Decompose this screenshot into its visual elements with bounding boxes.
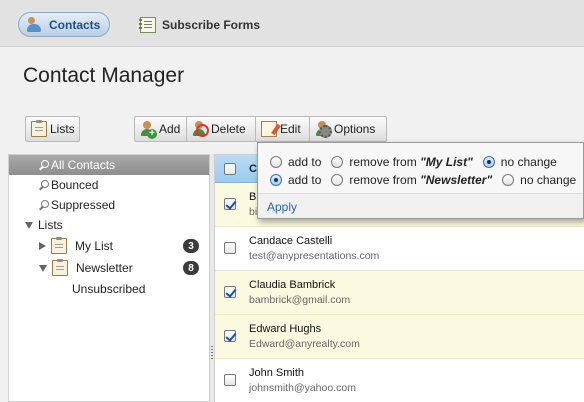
clipboard-icon xyxy=(31,120,47,137)
lists-button[interactable]: Lists xyxy=(25,116,80,142)
lists-sidebar: All Contacts Bounced Suppressed Lists My… xyxy=(8,154,209,402)
table-row[interactable]: John Smith johnsmith@yahoo.com xyxy=(215,359,584,402)
sidebar-item-bounced[interactable]: Bounced xyxy=(9,175,209,195)
sidebar-item-label: My List xyxy=(75,239,114,253)
table-row[interactable]: Edward Hughs Edward@anyrealty.com xyxy=(215,315,584,359)
sidebar-item-label: Suppressed xyxy=(51,198,116,212)
no-change-my-list-radio[interactable] xyxy=(482,156,495,168)
sidebar-item-label: Unsubscribed xyxy=(72,282,146,296)
clipboard-icon xyxy=(52,259,68,276)
contact-email: bambrick@gmail.com xyxy=(249,294,351,306)
table-row[interactable]: Candace Castelli test@anypresentations.c… xyxy=(215,227,584,271)
sidebar-item-label: All Contacts xyxy=(51,158,116,172)
add-button-label: Add xyxy=(159,122,181,136)
no-change-label: no change xyxy=(500,155,557,169)
lists-button-label: Lists xyxy=(50,122,75,136)
contact-name: Candace Castelli xyxy=(249,235,333,247)
edit-icon xyxy=(261,121,277,137)
sidebar-item-unsubscribed[interactable]: Unsubscribed xyxy=(9,279,209,299)
add-to-newsletter-radio[interactable] xyxy=(270,174,282,186)
list-name-newsletter: "Newsletter" xyxy=(420,173,493,187)
contact-name: John Smith xyxy=(249,367,305,379)
no-change-label: no change xyxy=(520,173,577,187)
select-all-checkbox[interactable] xyxy=(224,163,236,175)
count-badge: 8 xyxy=(183,261,199,275)
expand-down-icon[interactable] xyxy=(39,264,47,272)
tab-contacts[interactable]: Contacts xyxy=(18,12,110,37)
sidebar-item-newsletter[interactable]: Newsletter 8 xyxy=(9,257,209,279)
list-name-my-list: "My List" xyxy=(420,155,473,169)
tab-subscribe-forms[interactable]: Subscribe Forms xyxy=(132,12,270,37)
sidebar-item-label: Bounced xyxy=(51,178,99,192)
top-nav-bar: Contacts Subscribe Forms xyxy=(0,0,584,47)
expand-down-icon[interactable] xyxy=(25,221,33,229)
apply-link[interactable]: Apply xyxy=(267,200,297,214)
popup-footer: Apply xyxy=(258,193,583,218)
remove-from-label: remove from xyxy=(349,173,417,187)
edit-button-label: Edit xyxy=(280,122,301,136)
contact-name: Claudia Bambrick xyxy=(249,279,336,291)
sidebar-item-all-contacts[interactable]: All Contacts xyxy=(9,155,209,175)
count-badge: 3 xyxy=(183,239,199,253)
add-to-label: add to xyxy=(288,155,322,169)
delete-button-label: Delete xyxy=(211,122,246,136)
page-title: Contact Manager xyxy=(23,64,185,87)
options-button-label: Options xyxy=(334,122,376,136)
remove-from-label: remove from xyxy=(349,155,417,169)
splitter-grip[interactable] xyxy=(211,346,213,360)
contact-email: bi xyxy=(249,206,258,218)
table-row[interactable]: Claudia Bambrick bambrick@gmail.com xyxy=(215,271,584,315)
contact-email: test@anypresentations.com xyxy=(249,250,380,262)
tab-subscribe-forms-label: Subscribe Forms xyxy=(162,17,261,32)
add-to-label: add to xyxy=(288,173,322,187)
contacts-icon xyxy=(27,16,43,33)
no-change-newsletter-radio[interactable] xyxy=(502,174,515,186)
contact-email: Edward@anyrealty.com xyxy=(249,338,360,350)
edit-button[interactable]: Edit xyxy=(255,116,310,142)
contact-email: johnsmith@yahoo.com xyxy=(249,382,356,394)
row-checkbox[interactable] xyxy=(224,286,236,298)
sidebar-item-my-list[interactable]: My List 3 xyxy=(9,235,209,257)
row-checkbox[interactable] xyxy=(224,198,236,210)
form-icon xyxy=(139,16,156,33)
column-header-contact[interactable]: C xyxy=(249,163,257,175)
search-icon xyxy=(39,160,49,170)
search-icon xyxy=(39,180,49,190)
search-icon xyxy=(39,200,49,210)
options-button[interactable]: Options xyxy=(309,116,387,142)
remove-from-my-list-radio[interactable] xyxy=(331,156,344,168)
expand-right-icon[interactable] xyxy=(39,242,46,250)
contact-name: B xyxy=(249,191,257,203)
add-contact-icon xyxy=(140,121,157,139)
delete-contact-icon xyxy=(192,121,209,137)
remove-from-newsletter-radio[interactable] xyxy=(331,174,344,186)
delete-button[interactable]: Delete xyxy=(186,116,256,142)
contact-name: Edward Hughs xyxy=(249,323,322,335)
popup-row-my-list: add to remove from "My List" no change xyxy=(270,154,567,170)
row-checkbox[interactable] xyxy=(224,242,236,254)
add-to-my-list-radio[interactable] xyxy=(270,156,282,168)
row-checkbox[interactable] xyxy=(224,330,236,342)
tab-contacts-label: Contacts xyxy=(49,17,101,32)
sidebar-item-label: Lists xyxy=(38,218,63,232)
popup-row-newsletter: add to remove from "Newsletter" no chang… xyxy=(270,172,584,188)
add-button[interactable]: Add xyxy=(134,116,187,142)
sidebar-item-label: Newsletter xyxy=(76,261,133,275)
clipboard-icon xyxy=(51,237,67,254)
sidebar-item-suppressed[interactable]: Suppressed xyxy=(9,195,209,215)
row-checkbox[interactable] xyxy=(224,374,236,386)
options-gear-icon xyxy=(315,121,332,138)
list-options-popup: add to remove from "My List" no change a… xyxy=(257,142,584,219)
sidebar-lists-header[interactable]: Lists xyxy=(9,215,209,235)
